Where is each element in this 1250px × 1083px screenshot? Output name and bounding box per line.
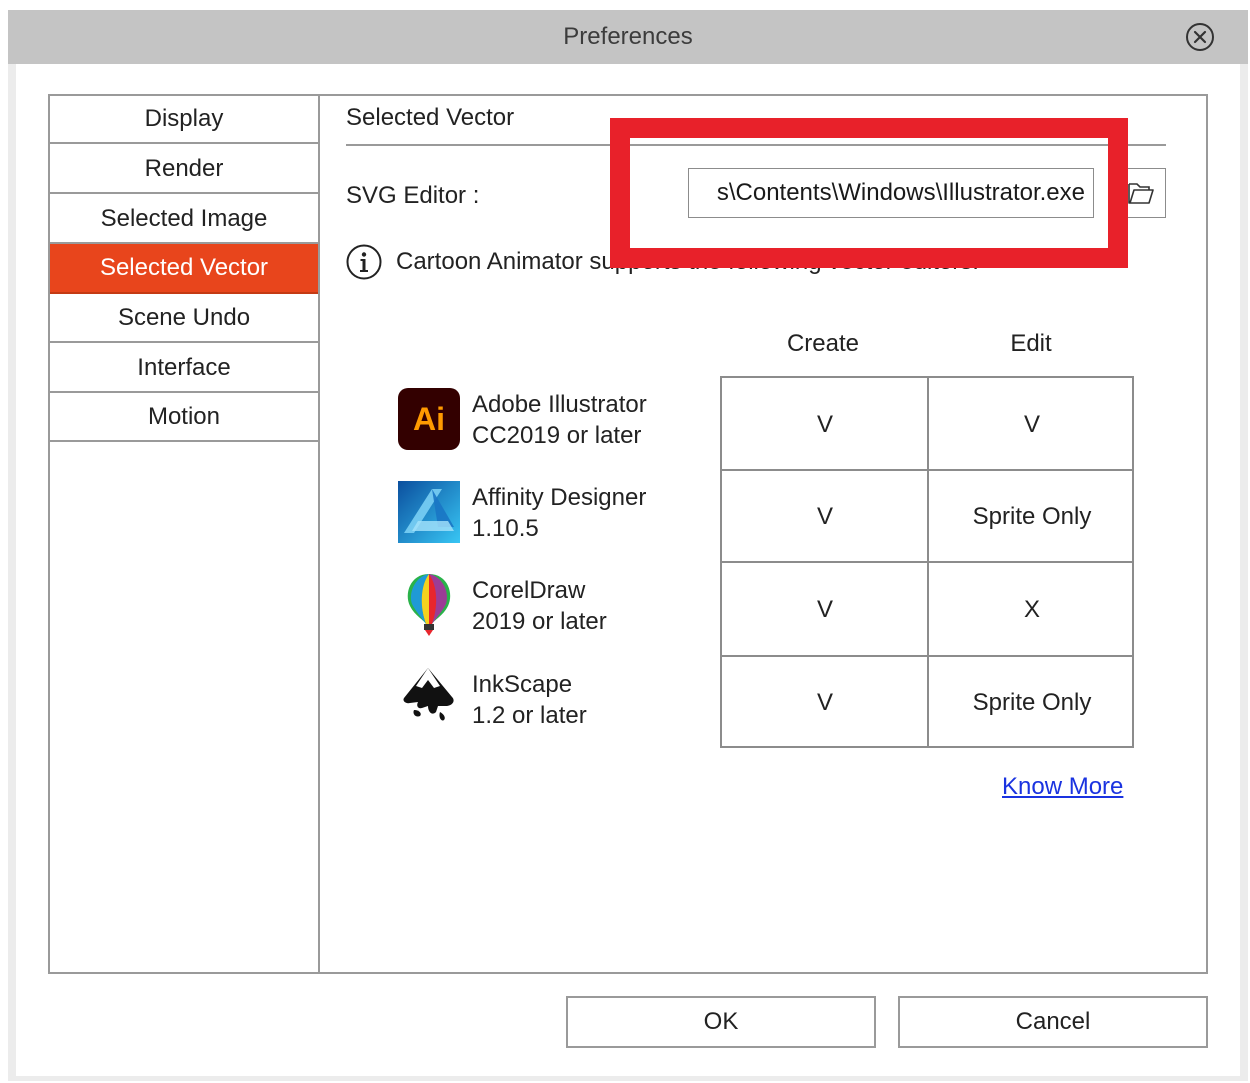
title-bar: Preferences xyxy=(8,10,1248,64)
editor-version-line: 1.2 or later xyxy=(472,702,587,729)
cancel-button[interactable]: Cancel xyxy=(898,996,1208,1048)
top-strip xyxy=(0,0,1250,10)
highlight-box-overlay xyxy=(610,118,1128,268)
sidebar-item-display[interactable]: Display xyxy=(50,96,318,144)
svg-editor-label: SVG Editor : xyxy=(346,182,480,209)
table-cell-create: V xyxy=(816,595,833,623)
sidebar-item-label: Interface xyxy=(137,354,231,381)
table-cell-create: V xyxy=(816,688,833,716)
sidebar-item-selected-vector[interactable]: Selected Vector xyxy=(50,244,318,294)
column-header-edit: Edit xyxy=(1010,330,1052,357)
editor-version-line: 2019 or later xyxy=(472,608,607,635)
table-cell-edit: X xyxy=(1023,595,1040,623)
column-header-create: Create xyxy=(786,330,860,357)
table-cell-edit: Sprite Only xyxy=(972,688,1092,716)
editor-name-affinity: Affinity Designer 1.10.5 xyxy=(472,482,646,544)
coreldraw-icon xyxy=(398,572,460,636)
editor-name-line: InkScape xyxy=(472,671,573,698)
table-cell-create: V xyxy=(816,410,833,438)
inkscape-icon xyxy=(398,666,460,728)
table-cell-create: V xyxy=(816,502,833,530)
sidebar-item-label: Scene Undo xyxy=(117,304,251,331)
sidebar-item-label: Selected Image xyxy=(100,205,268,232)
ok-button[interactable]: OK xyxy=(566,996,876,1048)
sidebar-item-label: Display xyxy=(144,105,224,132)
sidebar-item-scene-undo[interactable]: Scene Undo xyxy=(50,295,318,343)
sidebar-item-label: Motion xyxy=(147,403,221,430)
sidebar: Display Render Selected Image Selected V… xyxy=(50,96,320,972)
editor-name-line: Affinity Designer xyxy=(472,484,647,511)
editor-name-line: Adobe Illustrator xyxy=(472,391,647,418)
table-cell-edit: V xyxy=(1023,410,1040,438)
sidebar-item-label: Render xyxy=(144,155,224,182)
sidebar-item-motion[interactable]: Motion xyxy=(50,394,318,442)
sidebar-item-label: Selected Vector xyxy=(99,254,269,281)
sidebar-item-interface[interactable]: Interface xyxy=(50,345,318,393)
window-title: Preferences xyxy=(563,23,693,50)
adobe-illustrator-icon: Ai xyxy=(398,388,460,450)
close-icon xyxy=(1193,30,1207,44)
editor-name-illustrator: Adobe Illustrator CC2019 or later xyxy=(472,389,647,451)
illustrator-logo-text: Ai xyxy=(413,401,445,437)
table-cell-edit: Sprite Only xyxy=(972,502,1092,530)
info-icon xyxy=(346,244,382,280)
editor-version-line: 1.10.5 xyxy=(472,515,539,542)
affinity-designer-icon xyxy=(398,481,460,543)
section-title: Selected Vector xyxy=(346,104,515,131)
editor-version-line: CC2019 or later xyxy=(472,422,642,449)
editor-name-coreldraw: CorelDraw 2019 or later xyxy=(472,575,607,637)
editor-name-line: CorelDraw xyxy=(472,577,586,604)
sidebar-item-selected-image[interactable]: Selected Image xyxy=(50,196,318,244)
editor-support-table: V V V Sprite Only V X V Sprite Only xyxy=(720,376,1134,748)
close-button[interactable] xyxy=(1186,23,1214,51)
know-more-link[interactable]: Know More xyxy=(1002,773,1123,801)
editor-name-inkscape: InkScape 1.2 or later xyxy=(472,669,587,731)
sidebar-item-render[interactable]: Render xyxy=(50,146,318,194)
